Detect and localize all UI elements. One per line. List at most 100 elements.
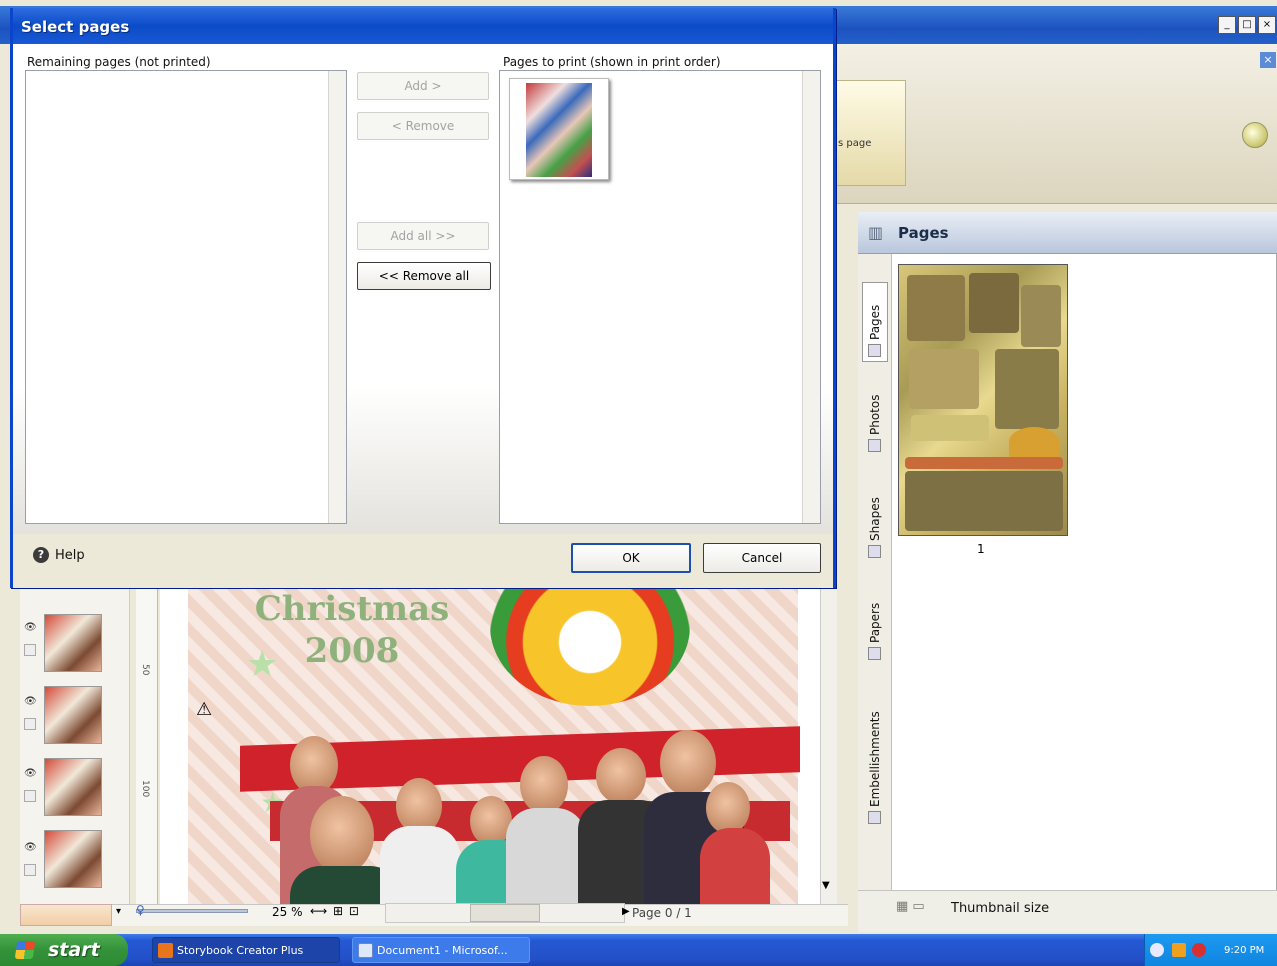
language-icon[interactable] [1172, 943, 1186, 957]
remaining-list-scrollbar[interactable] [328, 71, 346, 523]
thumb-group-photo [905, 471, 1063, 531]
tab-photos[interactable]: Photos [862, 378, 888, 452]
papers-tab-icon [868, 647, 882, 660]
security-icon[interactable] [1192, 943, 1206, 957]
pages-tab-icon [868, 344, 882, 357]
remaining-pages-list[interactable] [25, 70, 347, 524]
app-help-icon[interactable] [1242, 122, 1268, 148]
layer-thumbnail[interactable] [20, 904, 112, 926]
ribbon-group[interactable] [836, 80, 906, 186]
page-canvas[interactable]: Christmas 2008 ★ ★ [160, 586, 820, 904]
ok-button[interactable]: OK [571, 543, 691, 573]
clock: 9:20 PM [1224, 945, 1265, 956]
eye-icon[interactable]: 👁 [24, 842, 37, 853]
pages-to-print-label: Pages to print (shown in print order) [503, 55, 721, 69]
word-app-icon [358, 943, 373, 958]
minimize-button[interactable]: _ [1218, 16, 1236, 34]
print-page-thumbnail[interactable] [509, 78, 609, 180]
remaining-pages-label: Remaining pages (not printed) [27, 55, 211, 69]
help-icon[interactable]: ? [33, 547, 49, 563]
person [700, 828, 770, 904]
taskbar-item-label: Storybook Creator Plus [177, 944, 304, 957]
thumbnail-size-icon[interactable]: ▦ ▭ [896, 899, 925, 914]
star-icon: ★ [246, 644, 279, 685]
thumb-banner [905, 457, 1063, 469]
tab-embellishments[interactable]: Embellishments [862, 680, 888, 824]
print-list-scrollbar[interactable] [802, 71, 820, 523]
ruler-mark: 100 [140, 780, 150, 798]
person [596, 748, 646, 804]
person [310, 796, 374, 874]
photos-tab-icon [868, 439, 882, 452]
layer-icon[interactable] [24, 790, 36, 802]
person [706, 782, 750, 834]
taskbar-item-storybook[interactable]: Storybook Creator Plus [152, 937, 340, 963]
zoom-slider-knob[interactable]: ♀ [136, 903, 145, 917]
tab-embellishments-label: Embellishments [868, 711, 882, 807]
ruler-mark: 50 [140, 664, 150, 676]
storybook-app-icon [158, 943, 173, 958]
ribbon-group-label: s page [838, 138, 872, 149]
pages-icon: ▥ [868, 223, 884, 242]
dialog-title: Select pages [21, 18, 130, 36]
page-indicator: Page 0 / 1 [632, 906, 692, 920]
tab-photos-label: Photos [868, 394, 882, 435]
warning-icon[interactable]: ⚠ [196, 700, 218, 720]
layer-icon[interactable] [24, 644, 36, 656]
remove-all-button[interactable]: << Remove all [357, 262, 491, 290]
maximize-button[interactable]: □ [1238, 16, 1256, 34]
pages-panel-title: Pages [898, 224, 949, 242]
embellishments-tab-icon [868, 811, 882, 824]
layer-thumbnail[interactable] [44, 686, 102, 744]
fit-buttons[interactable]: ⟷ ⊞ ⊡ [310, 904, 360, 918]
start-label: start [48, 939, 100, 961]
person [380, 826, 460, 904]
remove-button[interactable]: < Remove [357, 112, 489, 140]
taskbar-item-label: Document1 - Microsof... [377, 944, 508, 957]
tray-arrow-icon[interactable] [1150, 943, 1164, 957]
shapes-tab-icon [868, 545, 882, 558]
thumbnail-size-label[interactable]: Thumbnail size [951, 901, 1049, 916]
cancel-button[interactable]: Cancel [703, 543, 821, 573]
layer-thumbnail[interactable] [44, 758, 102, 816]
tab-pages-label: Pages [868, 304, 882, 340]
tab-pages[interactable]: Pages [862, 282, 888, 362]
layer-thumbnail[interactable] [44, 614, 102, 672]
windows-logo-icon [14, 941, 36, 959]
group-photo[interactable] [260, 730, 780, 904]
help-link[interactable]: Help [55, 548, 85, 563]
scroll-right-icon[interactable]: ▶ [622, 906, 630, 917]
print-page-image [526, 83, 592, 177]
thumb-photo [969, 273, 1019, 333]
canvas-title[interactable]: Christmas 2008 [252, 588, 452, 672]
tab-shapes[interactable]: Shapes [862, 478, 888, 558]
scrollbar-thumb[interactable] [470, 904, 540, 922]
tab-shapes-label: Shapes [868, 497, 882, 541]
thumb-photo [909, 349, 979, 409]
canvas-title-line1: Christmas [254, 589, 450, 629]
add-all-button[interactable]: Add all >> [357, 222, 489, 250]
person [660, 730, 716, 796]
eye-icon[interactable]: 👁 [24, 622, 37, 633]
layer-thumbnail[interactable] [44, 830, 102, 888]
zoom-dropdown-icon[interactable]: ▾ [116, 906, 121, 917]
select-pages-dialog: Select pages Remaining pages (not printe… [10, 8, 836, 588]
canvas-vertical-scrollbar[interactable] [820, 586, 837, 904]
add-button[interactable]: Add > [357, 72, 489, 100]
layer-icon[interactable] [24, 864, 36, 876]
thumb-photo [995, 349, 1059, 429]
taskbar-item-document[interactable]: Document1 - Microsof... [352, 937, 530, 963]
eye-icon[interactable]: 👁 [24, 696, 37, 707]
close-window-button[interactable]: × [1258, 16, 1276, 34]
eye-icon[interactable]: 👁 [24, 768, 37, 779]
zoom-slider[interactable] [136, 909, 248, 913]
tab-papers[interactable]: Papers [862, 582, 888, 660]
dialog-titlebar[interactable]: Select pages [13, 8, 833, 44]
page-thumbnail[interactable] [898, 264, 1068, 536]
close-icon[interactable]: × [1260, 52, 1276, 68]
tab-papers-label: Papers [868, 602, 882, 643]
person [506, 808, 586, 904]
thumb-title-area [911, 415, 989, 441]
scroll-down-icon[interactable]: ▼ [822, 880, 830, 891]
layer-icon[interactable] [24, 718, 36, 730]
